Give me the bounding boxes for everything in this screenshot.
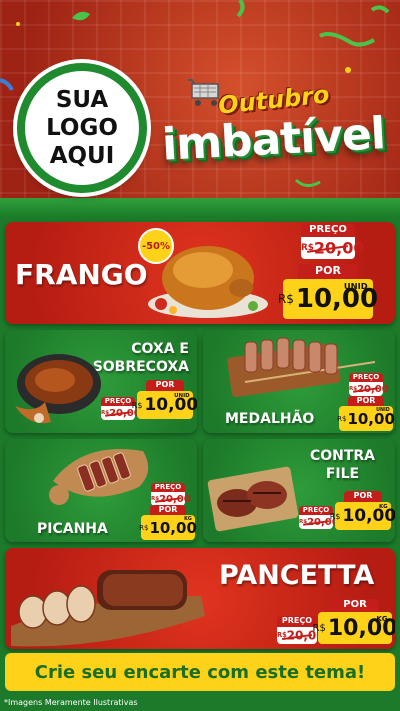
product-name: CONTRA FILE: [309, 448, 375, 482]
preco-label: PREÇO: [301, 224, 355, 237]
image-disclaimer: *Imagens Meramente Ilustrativas: [4, 698, 138, 707]
price-box: PREÇO R$20,00: [151, 483, 191, 506]
new-price: R$ 10,00 KG: [330, 502, 395, 530]
product-card-picanha: PICANHA PREÇO R$20,00 POR R$ 10,00 KG: [5, 439, 197, 542]
logo-placeholder: SUA LOGO AQUI: [17, 63, 147, 193]
new-price: R$ 10,00 UNID: [337, 406, 395, 431]
new-price: R$ 10,00 KG: [139, 515, 197, 540]
pancetta-board-image: [11, 570, 205, 647]
picanha-board-image: [49, 449, 149, 505]
price-box: PREÇO R$20,00: [299, 506, 339, 529]
product-card-coxa-sobrecoxa: COXA E SOBRECOXA PREÇO R$20,00 POR R$ 10,…: [5, 330, 197, 433]
product-name: FRANGO: [15, 258, 148, 291]
logo-line3: AQUI: [49, 143, 115, 169]
call-to-action-banner[interactable]: Crie seu encarte com este tema!: [5, 653, 395, 691]
call-to-action-text: Crie seu encarte com este tema!: [34, 661, 366, 683]
logo-line2: LOGO: [46, 115, 118, 141]
product-card-pancetta: PANCETTA PREÇO R$20,00 POR R$ 10,00 KG: [5, 548, 395, 649]
price-box: PREÇO R$20,00: [277, 616, 325, 644]
new-price-box: POR R$ 10,00 KG: [313, 599, 395, 644]
product-name: COXA E SOBRECOXA: [92, 341, 189, 375]
campaign-title: Outubro imbatível: [158, 78, 398, 198]
new-price-box: POR R$ 10,00 UNID: [278, 264, 378, 319]
old-price: R$20,00: [301, 237, 365, 259]
product-name: MEDALHÃO: [225, 411, 315, 427]
por-label: POR: [298, 264, 358, 279]
contra-file-board-image: [207, 466, 299, 532]
new-price-box: POR R$ 10,00 KG: [139, 505, 197, 540]
logo-line1: SUA: [55, 87, 109, 113]
new-price-box: POR R$ 10,00 UNID: [132, 380, 197, 419]
campaign-title-line2: imbatível: [160, 108, 387, 171]
new-price: R$ 10,00 KG: [313, 612, 395, 644]
product-card-medalhao: MEDALHÃO PREÇO R$20,00 POR R$ 10,00 UNID: [203, 330, 395, 433]
product-name: PICANHA: [37, 521, 108, 537]
product-card-contra-file: CONTRA FILE PREÇO R$20,00 POR R$ 10,00 KG: [203, 439, 395, 542]
chicken-pan-image: [15, 354, 101, 424]
price-box: PREÇO R$20,00: [349, 373, 389, 396]
flyer-page: SUA LOGO AQUI Outubro imbatível FRANGO -…: [0, 0, 400, 711]
new-price: R$ 10,00 UNID: [132, 391, 197, 419]
new-price-box: POR R$ 10,00 KG: [330, 491, 395, 530]
product-name: PANCETTA: [219, 560, 375, 591]
new-price-box: POR R$ 10,00 UNID: [337, 396, 395, 431]
new-price: R$ 10,00 UNID: [278, 279, 378, 319]
product-card-frango: FRANGO -50% PREÇO R$20,00 POR R$ 10,00 U…: [5, 222, 395, 324]
discount-badge: -50%: [138, 228, 174, 264]
price-box: PREÇO R$20,00: [101, 397, 141, 420]
price-box: PREÇO R$20,00: [301, 224, 365, 259]
